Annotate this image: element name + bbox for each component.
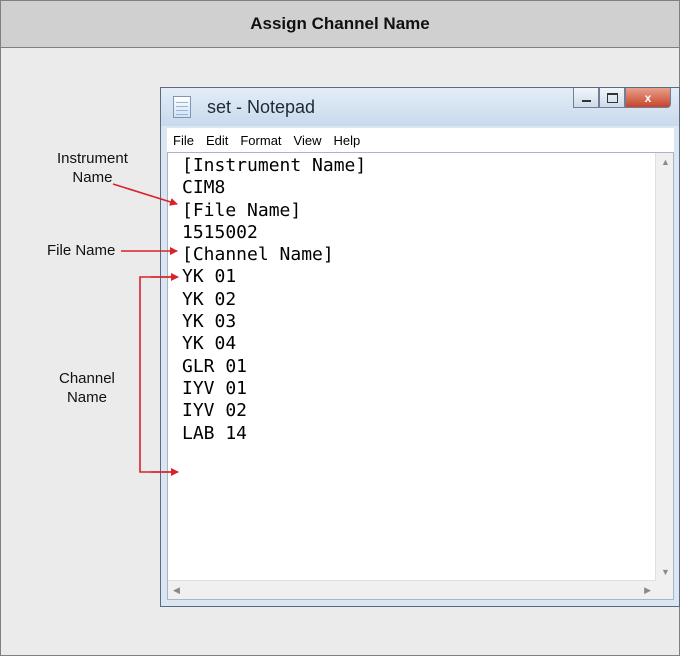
annotation-arrows	[112, 183, 179, 476]
channel-bracket	[139, 276, 177, 473]
instrument-arrow	[112, 183, 178, 206]
figure-frame: Assign Channel Name set - Notepad x File…	[0, 0, 680, 656]
